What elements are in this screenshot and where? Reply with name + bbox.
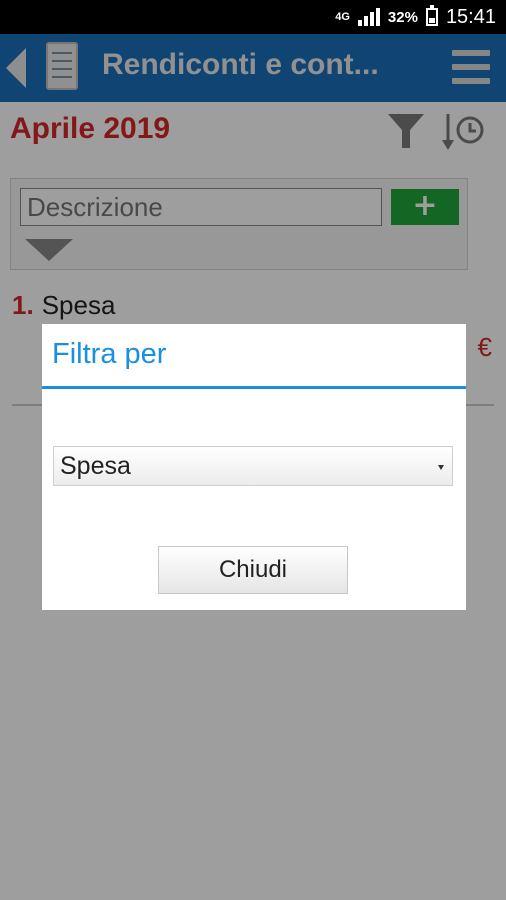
- battery-percent: 32%: [387, 8, 418, 26]
- close-button[interactable]: Chiudi: [158, 546, 348, 594]
- filter-select[interactable]: Spesa: [53, 446, 453, 486]
- clock-time: 15:41: [445, 5, 496, 28]
- dialog-title-divider: [42, 386, 466, 389]
- filter-dialog: Filtra per Spesa Chiudi: [42, 324, 466, 610]
- battery-icon: [425, 5, 438, 26]
- filter-select-value: Spesa: [60, 452, 131, 480]
- network-type: 4G: [335, 11, 350, 23]
- status-bar: 4G 32% 15:41: [0, 0, 506, 34]
- signal-icon: [357, 8, 380, 26]
- dropdown-caret-icon: [438, 465, 444, 470]
- dialog-title: Filtra per: [52, 338, 167, 370]
